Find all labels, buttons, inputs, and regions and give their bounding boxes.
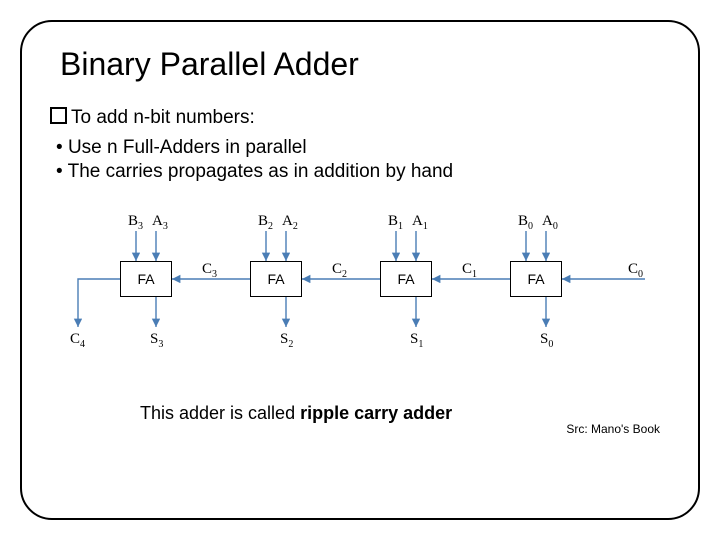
source-caption: Src: Mano's Book [566,422,660,436]
sum-label: S1 [410,331,423,350]
full-adder-box: FA [120,261,172,297]
carry-in-label: C0 [628,261,643,280]
checkbox-icon [50,107,67,124]
slide-title: Binary Parallel Adder [60,46,670,83]
bullet-item: The carries propagates as in addition by… [56,161,670,183]
sum-label: S0 [540,331,553,350]
sum-label: S3 [150,331,163,350]
carry-out-label: C4 [70,331,85,350]
bullet-item: Use n Full-Adders in parallel [56,137,670,159]
input-label-b: B0 [518,213,533,232]
tagline-bold: ripple carry adder [300,403,452,423]
slide-frame: Binary Parallel Adder To add n-bit numbe… [20,20,700,520]
input-label-b: B2 [258,213,273,232]
input-label-a: A1 [412,213,428,232]
full-adder-box: FA [380,261,432,297]
bullet-list: Use n Full-Adders in parallel The carrie… [56,137,670,183]
ripple-carry-diagram: FA FA FA FA B3 A3 B2 A2 B1 A1 B0 A0 C3 C… [60,201,660,351]
input-label-a: A2 [282,213,298,232]
carry-label: C3 [202,261,217,280]
input-label-b: B3 [128,213,143,232]
lead-line: To add n-bit numbers: [50,107,670,129]
input-label-a: A3 [152,213,168,232]
carry-label: C2 [332,261,347,280]
input-label-a: A0 [542,213,558,232]
full-adder-box: FA [250,261,302,297]
input-label-b: B1 [388,213,403,232]
carry-label: C1 [462,261,477,280]
lead-text: To add n-bit numbers: [71,107,255,128]
tagline: This adder is called ripple carry adder [140,403,670,424]
full-adder-box: FA [510,261,562,297]
tagline-prefix: This adder is called [140,403,300,423]
sum-label: S2 [280,331,293,350]
